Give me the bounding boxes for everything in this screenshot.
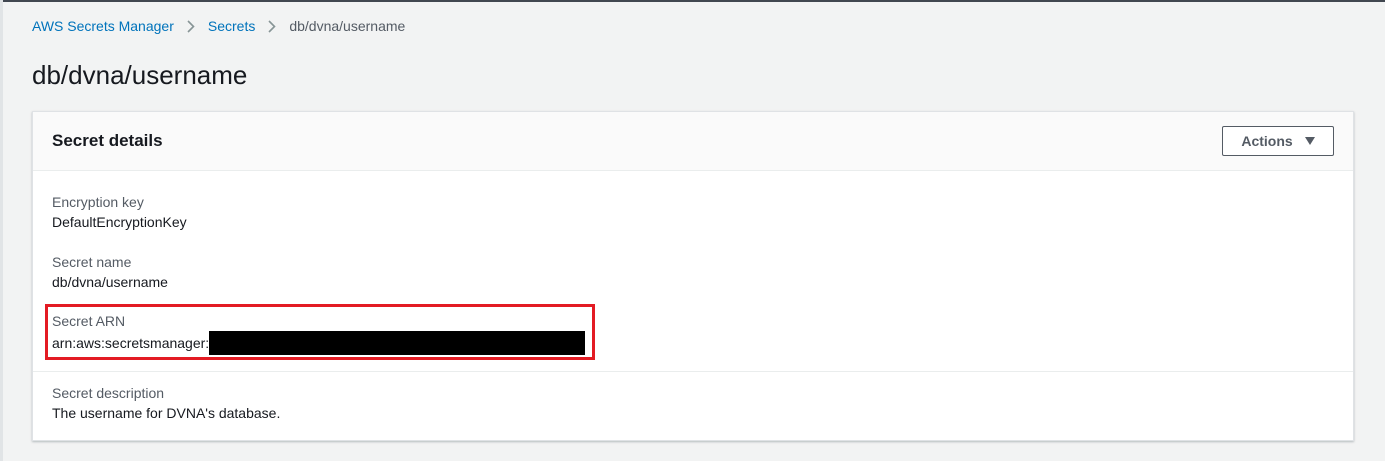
secret-details-panel: Secret details Actions Encryption key De…: [32, 111, 1354, 441]
breadcrumb-link-secrets[interactable]: Secrets: [208, 18, 255, 34]
chevron-right-icon: [174, 17, 208, 35]
encryption-key-field: Encryption key DefaultEncryptionKey: [52, 192, 187, 232]
panel-header: Secret details Actions: [33, 112, 1353, 171]
actions-button[interactable]: Actions: [1222, 126, 1334, 156]
secret-arn-field: Secret ARN arn:aws:secretsmanager:: [52, 311, 586, 355]
left-border: [0, 0, 3, 461]
section-divider: [33, 371, 1353, 372]
secret-name-field: Secret name db/dvna/username: [52, 252, 168, 292]
breadcrumb-link-secrets-manager[interactable]: AWS Secrets Manager: [32, 18, 174, 34]
secret-name-label: Secret name: [52, 254, 132, 270]
secret-description-field: Secret description The username for DVNA…: [52, 383, 280, 423]
secret-description-label: Secret description: [52, 385, 165, 401]
page-title: db/dvna/username: [32, 60, 248, 90]
chevron-right-icon: [255, 17, 289, 35]
breadcrumb: AWS Secrets Manager Secrets db/dvna/user…: [32, 17, 405, 35]
secret-arn-prefix: arn:aws:secretsmanager:: [52, 335, 210, 351]
panel-title: Secret details: [52, 131, 163, 150]
secret-name-value: db/dvna/username: [52, 274, 168, 290]
encryption-key-label: Encryption key: [52, 194, 144, 210]
actions-button-label: Actions: [1241, 133, 1293, 149]
redaction-bar: [209, 331, 586, 355]
secret-description-value: The username for DVNA's database.: [52, 405, 281, 421]
caret-down-icon: [1304, 137, 1315, 145]
encryption-key-value: DefaultEncryptionKey: [52, 214, 187, 230]
secret-arn-label: Secret ARN: [52, 313, 126, 329]
breadcrumb-current: db/dvna/username: [289, 18, 406, 34]
top-border: [0, 0, 1385, 2]
secret-arn-value: arn:aws:secretsmanager:: [52, 331, 586, 355]
